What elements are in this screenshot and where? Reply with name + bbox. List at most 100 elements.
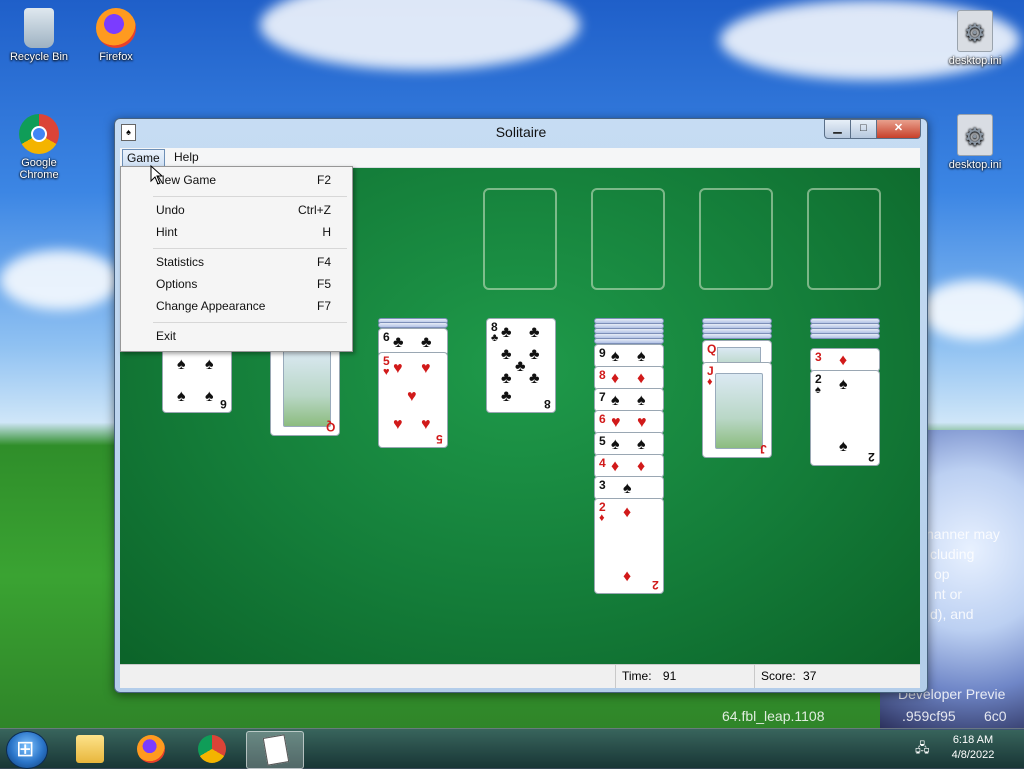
menu-item-label: Statistics xyxy=(156,255,205,269)
network-icon[interactable]: 🖧 xyxy=(915,739,931,755)
time-value: 91 xyxy=(662,669,677,683)
cloud xyxy=(260,0,580,70)
card-rank: 8 xyxy=(599,368,606,382)
menu-item-label: Undo xyxy=(156,203,185,217)
card-suit: ♣ xyxy=(491,332,499,344)
wallpaper-text: nanner may xyxy=(926,526,1000,542)
taskbar: 🖧 6:18 AM 4/8/2022 xyxy=(0,728,1024,769)
card-jack-diamonds[interactable]: J ♦ J xyxy=(702,362,772,458)
menu-item-change-appearance[interactable]: Change Appearance F7 xyxy=(122,295,351,317)
mouse-pointer-icon xyxy=(150,165,164,185)
settings-file-icon xyxy=(957,114,993,156)
desktop-icon-chrome[interactable]: Google Chrome xyxy=(4,114,74,181)
game-menu-dropdown: New Game F2 Undo Ctrl+Z Hint H Statistic… xyxy=(120,166,353,352)
cloud xyxy=(920,280,1024,340)
menu-item-label: Exit xyxy=(156,329,177,343)
card-3-spades[interactable]: 3 ♠ xyxy=(594,476,664,500)
menu-item-shortcut: F4 xyxy=(316,255,331,269)
status-bar: Time: 91 Score: 37 xyxy=(120,664,920,688)
card-8-clubs[interactable]: 8 ♣ ♣ ♣ ♣ ♣ ♣ ♣ ♣ ♣ 8 xyxy=(486,318,556,413)
card-face-art xyxy=(283,349,331,427)
menu-item-hint[interactable]: Hint H xyxy=(122,221,351,243)
card-2-spades[interactable]: 2 ♠ ♠ ♠ 2 xyxy=(810,370,880,466)
desktop-icon-label: Firefox xyxy=(99,51,133,63)
clock-time: 6:18 AM xyxy=(952,734,994,746)
solitaire-icon xyxy=(262,734,290,766)
card-rank: Q xyxy=(707,342,717,356)
card-6-hearts[interactable]: 6 ♥ ♥ xyxy=(594,410,664,434)
foundation-slot-3[interactable] xyxy=(699,188,773,290)
wallpaper-text: d), and xyxy=(930,606,974,622)
card-back xyxy=(810,333,880,339)
wallpaper-text: op xyxy=(934,566,950,582)
card-suit: ♠ xyxy=(815,384,821,396)
menu-item-exit[interactable]: Exit xyxy=(122,325,351,347)
menu-item-undo[interactable]: Undo Ctrl+Z xyxy=(122,199,351,221)
menu-item-statistics[interactable]: Statistics F4 xyxy=(122,251,351,273)
start-button[interactable] xyxy=(6,731,48,769)
card-rank: 5 xyxy=(599,434,606,448)
wallpaper-text: 6c0 xyxy=(984,708,1007,724)
title-bar[interactable]: ♠ Solitaire ▁ □ ✕ xyxy=(115,119,927,145)
wallpaper-text: .959cf95 xyxy=(902,708,956,724)
settings-file-icon xyxy=(957,10,993,52)
card-5-spades[interactable]: 5 ♠ ♠ xyxy=(594,432,664,456)
status-time: Time: 91 xyxy=(615,665,752,688)
wallpaper-text: 64.fbl_leap.1108 xyxy=(722,708,825,724)
card-rank: 6 xyxy=(383,330,390,344)
card-rank: 3 xyxy=(815,350,822,364)
maximize-button[interactable]: □ xyxy=(850,119,877,139)
menu-item-shortcut: H xyxy=(322,225,331,239)
card-3-diamonds[interactable]: 3 ♦ xyxy=(810,348,880,372)
taskbar-chrome[interactable] xyxy=(184,731,240,767)
card-rank: 4 xyxy=(599,456,606,470)
taskbar-solitaire[interactable] xyxy=(246,731,304,769)
foundation-slot-2[interactable] xyxy=(591,188,665,290)
menu-separator xyxy=(153,196,347,197)
card-8-diamonds[interactable]: 8 ♦ ♦ xyxy=(594,366,664,390)
card-5-hearts[interactable]: 5 ♥ ♥ ♥ ♥ ♥ ♥ 5 xyxy=(378,352,448,448)
card-rank: 7 xyxy=(599,390,606,404)
cloud xyxy=(0,250,120,310)
menu-item-options[interactable]: Options F5 xyxy=(122,273,351,295)
desktop-icon-label: desktop.ini xyxy=(948,159,1002,171)
desktop-icon-label: Google Chrome xyxy=(19,157,59,181)
score-value: 37 xyxy=(803,669,817,683)
desktop-icon-recycle-bin[interactable]: Recycle Bin xyxy=(4,8,74,63)
menu-item-shortcut: F7 xyxy=(316,299,331,313)
close-button[interactable]: ✕ xyxy=(876,119,921,139)
card-9-spades[interactable]: 9 ♠ ♠ xyxy=(594,344,664,368)
card-rank: 3 xyxy=(599,478,606,492)
card-2-diamonds[interactable]: 2 ♦ ♦ ♦ 2 xyxy=(594,498,664,594)
minimize-button[interactable]: ▁ xyxy=(824,119,851,139)
foundation-slot-1[interactable] xyxy=(483,188,557,290)
card-4-diamonds[interactable]: 4 ♦ ♦ xyxy=(594,454,664,478)
card-queen-diamonds-2[interactable]: Q xyxy=(702,340,772,364)
taskbar-clock[interactable]: 6:18 AM 4/8/2022 xyxy=(940,733,1006,763)
firefox-icon xyxy=(96,8,136,48)
card-7-spades[interactable]: 7 ♠ ♠ xyxy=(594,388,664,412)
menu-item-shortcut: F5 xyxy=(316,277,331,291)
clock-date: 4/8/2022 xyxy=(951,749,995,761)
taskbar-firefox[interactable] xyxy=(123,731,179,767)
desktop-icon-desktop-ini[interactable]: desktop.ini xyxy=(940,10,1010,67)
score-label: Score: xyxy=(761,669,796,683)
menu-item-label: Options xyxy=(156,277,198,291)
card-suit: ♦ xyxy=(599,512,605,524)
folder-icon xyxy=(76,735,104,763)
taskbar-explorer[interactable] xyxy=(62,731,118,767)
chrome-icon xyxy=(198,735,226,763)
card-rank: 6 xyxy=(220,397,227,411)
desktop-icon-desktop-ini-2[interactable]: desktop.ini xyxy=(940,114,1010,171)
card-suit: ♦ xyxy=(707,376,713,388)
desktop-icon-firefox[interactable]: Firefox xyxy=(81,8,151,63)
chrome-icon xyxy=(19,114,59,154)
wallpaper-text: nt or xyxy=(934,586,963,602)
menu-help[interactable]: Help xyxy=(170,149,203,165)
foundation-slot-4[interactable] xyxy=(807,188,881,290)
menu-item-shortcut: F2 xyxy=(316,173,331,187)
card-face-art xyxy=(715,373,763,449)
menu-item-label: New Game xyxy=(156,173,217,187)
card-rank: 9 xyxy=(599,346,606,360)
card-suit: ♥ xyxy=(383,366,390,378)
